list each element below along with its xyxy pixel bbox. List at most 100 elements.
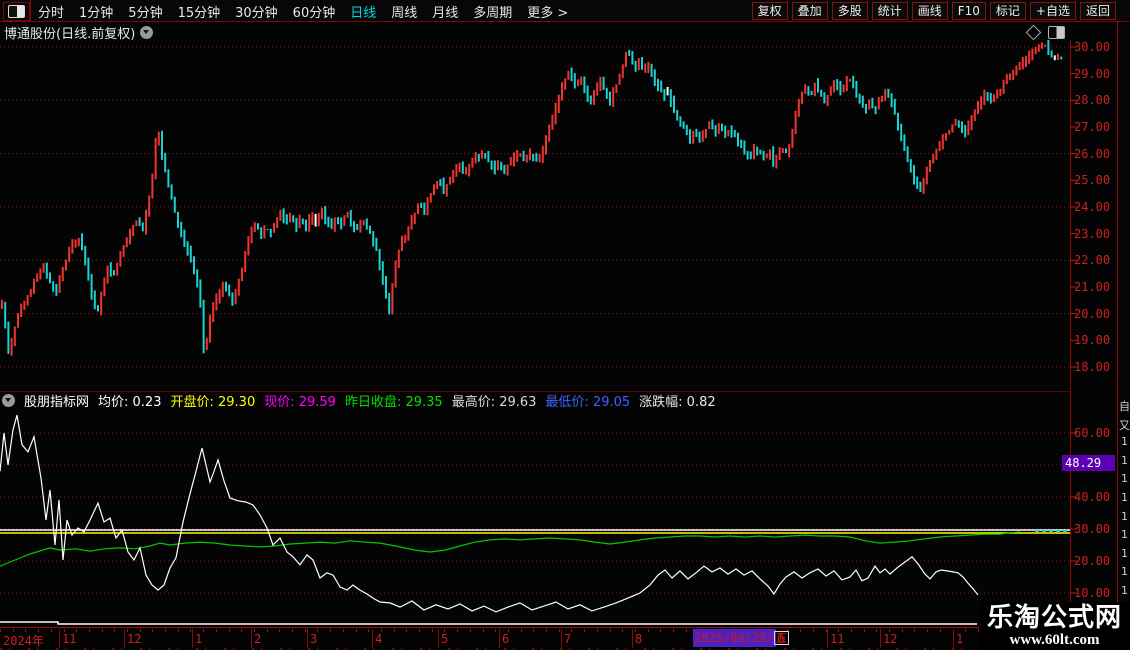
indicator-field-开盘价: 开盘价: 29.30 (170, 395, 256, 410)
toolbar-button-+自选[interactable]: +自选 (1029, 2, 1076, 20)
date-axis[interactable]: 2024年 11 12 1 2 3 4 5 6 7 8 0 11 12 1 2025/08/29/五 (0, 627, 1130, 648)
month-label-4: 3 (310, 632, 318, 646)
month-separator (827, 629, 828, 648)
month-separator (632, 629, 633, 648)
month-label-1: 12 (127, 632, 142, 646)
week-tick (343, 629, 344, 632)
price-tick-21.00: 21.00 (1074, 280, 1111, 294)
tool-menu: 复权 叠加 多股 统计 画线 F10 标记 +自选 返回 (751, 2, 1116, 20)
menu-item-3[interactable]: 15分钟 (178, 2, 221, 21)
indicator-tick-30.00: 30.00 (1074, 522, 1111, 536)
week-tick (673, 629, 674, 632)
window-menu-icon-box[interactable] (3, 2, 30, 21)
toolbar-button-F10[interactable]: F10 (951, 2, 986, 20)
split-panel-icon[interactable] (1048, 26, 1065, 39)
menu-item-0[interactable]: 分时 (38, 2, 64, 21)
menu-item-1[interactable]: 1分钟 (79, 2, 113, 21)
week-tick (356, 629, 357, 632)
week-tick (229, 629, 230, 632)
month-label-8: 7 (564, 632, 572, 646)
week-tick (406, 629, 407, 632)
month-label-3: 2 (254, 632, 262, 646)
menu-item-6[interactable]: 日线 (350, 2, 376, 21)
strip-glyph-8: 1 (1121, 546, 1128, 560)
month-separator (251, 629, 252, 648)
month-label-7: 6 (502, 632, 510, 646)
menu-item-10[interactable]: 更多 > (527, 2, 568, 21)
toolbar-button-标记[interactable]: 标记 (989, 2, 1026, 20)
toolbar-button-复权[interactable]: 复权 (751, 2, 788, 20)
month-label-2: 1 (195, 632, 203, 646)
strip-glyph-6: 1 (1121, 509, 1128, 523)
week-tick (89, 629, 90, 632)
price-tick-27.00: 27.00 (1074, 120, 1111, 134)
month-separator (124, 629, 125, 648)
month-label-6: 5 (441, 632, 449, 646)
indicator-header: 股朋指标网 均价: 0.23 开盘价: 29.30 现价: 29.59 昨日收盘: 2… (2, 392, 716, 410)
strip-glyph-3: 1 (1121, 453, 1128, 467)
week-tick (864, 629, 865, 632)
indicator-tick-20.00: 20.00 (1074, 554, 1111, 568)
month-separator (372, 629, 373, 648)
week-tick (927, 629, 928, 632)
week-tick (178, 629, 179, 632)
week-tick (610, 629, 611, 632)
menu-item-2[interactable]: 5分钟 (128, 2, 162, 21)
week-tick (660, 629, 661, 632)
strip-glyph-10: 1 (1121, 584, 1128, 597)
toolbar-button-返回[interactable]: 返回 (1079, 2, 1116, 20)
indicator-chart[interactable] (0, 412, 1070, 628)
week-tick (0, 629, 1, 632)
toolbar-button-画线[interactable]: 画线 (911, 2, 948, 20)
menu-item-4[interactable]: 30分钟 (235, 2, 278, 21)
week-tick (584, 629, 585, 632)
candlestick-chart[interactable] (0, 40, 1070, 392)
strip-glyph-9: 1 (1121, 565, 1128, 579)
week-tick (292, 629, 293, 632)
selected-date-text: 2025/08/29/ (694, 631, 774, 645)
top-menu-bar: 分时 1分钟 5分钟 15分钟 30分钟 60分钟 日线 周线 月线 多周期 更多 > 复权 叠加 多股… (0, 0, 1130, 22)
month-separator (192, 629, 193, 648)
month-label-12: 12 (883, 632, 898, 646)
watermark-site-name: 乐淘公式网 (986, 603, 1122, 633)
tdx-app-window: 分时 1分钟 5分钟 15分钟 30分钟 60分钟 日线 周线 月线 多周期 更多 > 复权 叠加 多股… (0, 0, 1130, 650)
watermark-url: www.60lt.com (1009, 632, 1100, 648)
week-tick (190, 629, 191, 632)
week-tick (648, 629, 649, 632)
strip-glyph-1: 又 (1119, 418, 1130, 432)
diamond-icon[interactable] (1025, 24, 1042, 41)
site-watermark: 乐淘公式网 www.60lt.com (979, 602, 1130, 650)
week-tick (241, 629, 242, 632)
price-tick-30.00: 30.00 (1074, 40, 1111, 54)
toolbar-button-统计[interactable]: 统计 (871, 2, 908, 20)
month-separator (561, 629, 562, 648)
month-separator (307, 629, 308, 648)
week-tick (876, 629, 877, 632)
toolbar-button-多股[interactable]: 多股 (831, 2, 868, 20)
page-title: 博通股份(日线.前复权) (4, 26, 136, 42)
week-tick (902, 629, 903, 632)
week-tick (597, 629, 598, 632)
menu-item-5[interactable]: 60分钟 (293, 2, 336, 21)
month-label-9: 8 (635, 632, 643, 646)
menu-item-8[interactable]: 月线 (432, 2, 458, 21)
indicator-field-最高价: 最高价: 29.63 (451, 395, 537, 410)
menu-item-7[interactable]: 周线 (391, 2, 417, 21)
week-tick (267, 629, 268, 632)
week-tick (279, 629, 280, 632)
week-tick (940, 629, 941, 632)
price-tick-20.00: 20.00 (1074, 306, 1111, 321)
week-tick (216, 629, 217, 632)
indicator-dropdown-icon[interactable] (2, 394, 15, 407)
toolbar-button-叠加[interactable]: 叠加 (791, 2, 828, 20)
price-tick-18.00: 18.00 (1074, 360, 1111, 374)
week-tick (152, 629, 153, 632)
month-separator (59, 629, 60, 648)
week-tick (51, 629, 52, 632)
month-separator (438, 629, 439, 648)
title-dropdown-icon[interactable] (140, 25, 154, 39)
menu-item-9[interactable]: 多周期 (473, 2, 512, 21)
week-tick (813, 629, 814, 632)
week-tick (533, 629, 534, 632)
week-tick (800, 629, 801, 632)
